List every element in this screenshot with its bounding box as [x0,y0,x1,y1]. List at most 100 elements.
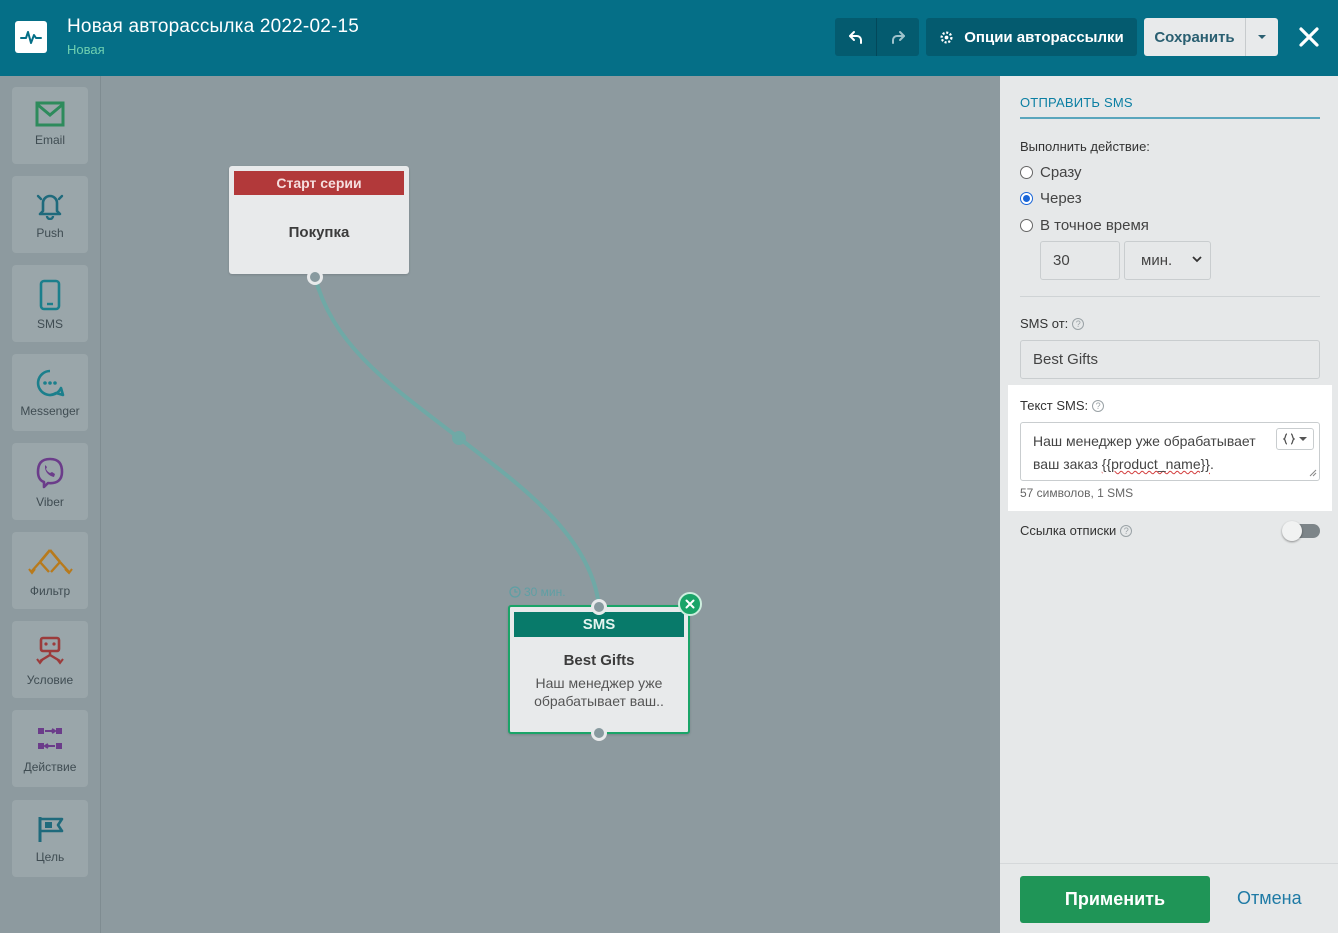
radio-immediately-label: Сразу [1040,164,1082,181]
help-icon[interactable]: ? [1072,318,1085,330]
tool-action[interactable]: Действие [12,710,88,787]
panel-footer: Применить Отмена [1000,863,1338,933]
radio-immediately-circle[interactable] [1020,166,1033,179]
pulse-logo-icon [15,21,47,53]
sms-char-counter: 57 символов, 1 SMS [1020,486,1134,500]
delay-unit-value: мин. [1141,252,1173,269]
tool-messenger[interactable]: Messenger [12,354,88,431]
sms-text-label: Текст SMS:? [1020,398,1105,413]
app-header: Новая авторассылка 2022-02-15 Новая Опци… [0,0,1338,76]
tool-email-label: Email [34,133,65,147]
sms-from-label-text: SMS от: [1020,316,1069,331]
sms-node-output-port[interactable] [591,725,607,741]
close-icon[interactable] [1296,24,1322,50]
radio-after-delay[interactable]: Через [1020,190,1082,207]
tool-goal[interactable]: Цель [12,800,88,877]
sms-node-input-port[interactable] [591,599,607,615]
sms-sender-input[interactable]: Best Gifts [1020,340,1320,379]
cancel-button[interactable]: Отмена [1237,888,1302,909]
radio-exact-time[interactable]: В точное время [1020,217,1149,234]
tool-action-label: Действие [23,760,77,774]
tool-filter[interactable]: Фильтр [12,532,88,609]
tool-viber-label: Viber [36,495,64,509]
sms-node-header: SMS [514,612,684,637]
save-button[interactable]: Сохранить [1144,18,1246,56]
sms-node-delay-text: 30 мин. [524,585,566,599]
panel-title-underline [1020,117,1320,119]
sms-node-delay: 30 мин. [509,585,566,599]
campaign-options-label: Опции авторассылки [964,28,1124,46]
sms-text-label-text: Текст SMS: [1020,398,1089,413]
envelope-icon [35,101,65,127]
tool-push-label: Push [36,226,64,240]
condition-icon [36,636,64,665]
clock-icon [509,586,521,598]
resize-grip-icon[interactable] [1309,469,1317,477]
radio-immediately[interactable]: Сразу [1020,164,1082,181]
sms-text-end: . [1209,456,1214,472]
radio-after-delay-label: Через [1040,190,1082,207]
filter-icon [28,549,73,575]
radio-after-delay-circle[interactable] [1020,192,1033,205]
apply-button[interactable]: Применить [1020,876,1210,923]
start-node-output-port[interactable] [307,269,323,285]
radio-exact-time-circle[interactable] [1020,219,1033,232]
start-node[interactable]: Старт серии Покупка [229,166,409,274]
tool-messenger-label: Messenger [20,404,80,418]
unsubscribe-link-toggle[interactable] [1282,521,1320,541]
viber-icon [36,457,64,489]
sms-text-textarea[interactable]: Наш менеджер уже обрабатывает ваш заказ … [1020,422,1320,481]
caret-down-icon [1258,35,1266,39]
braces-icon [1283,433,1295,445]
sms-node[interactable]: SMS Best Gifts Наш менеджер уже обрабаты… [508,605,690,734]
unsubscribe-link-text: Ссылка отписки [1020,523,1117,538]
elements-toolbar: Email Push SMS Messenger Viber Фильтр Ус… [0,76,101,933]
undo-button[interactable] [835,18,877,56]
chat-icon [36,369,65,397]
delay-value-input[interactable]: 30 [1040,241,1120,280]
sms-node-preview: Наш менеджер уже обрабатывает ваш.. [534,675,664,709]
sms-node-sender: Best Gifts [563,652,635,669]
action-icon [38,728,62,749]
tool-condition[interactable]: Условие [12,621,88,698]
help-icon[interactable]: ? [1092,400,1105,412]
history-buttons [835,18,919,56]
gear-icon [940,31,953,43]
connection-midpoint[interactable] [452,431,466,445]
tool-filter-label: Фильтр [29,584,71,598]
sms-from-label: SMS от:? [1020,316,1085,331]
delay-unit-select[interactable]: мин. [1124,241,1211,280]
campaign-options-button[interactable]: Опции авторассылки [926,18,1137,56]
workflow-canvas[interactable]: Старт серии Покупка 30 мин. SMS Best Gif… [101,76,1000,933]
tool-sms[interactable]: SMS [12,265,88,342]
radio-exact-time-label: В точное время [1040,217,1149,234]
unsubscribe-link-label: Ссылка отписки? [1020,523,1133,538]
tool-sms-label: SMS [36,317,63,331]
undo-icon [848,31,862,44]
tool-push[interactable]: Push [12,176,88,253]
save-dropdown-button[interactable] [1246,18,1278,56]
tool-condition-label: Условие [26,673,74,687]
start-node-trigger: Покупка [288,224,350,241]
sms-text-section: Текст SMS:? Наш менеджер уже обрабатывае… [1008,385,1332,511]
insert-variable-button[interactable] [1276,428,1314,450]
tool-goal-label: Цель [35,850,65,864]
tool-email[interactable]: Email [12,87,88,164]
help-icon[interactable]: ? [1120,525,1133,537]
panel-title: ОТПРАВИТЬ SMS [1020,95,1133,110]
close-icon [685,599,695,609]
start-node-header: Старт серии [234,171,404,195]
delete-node-button[interactable] [678,592,702,616]
bell-icon [36,194,64,220]
save-group: Сохранить [1144,18,1278,56]
section-divider [1020,296,1320,297]
tool-viber[interactable]: Viber [12,443,88,520]
options-group: Опции авторассылки [926,18,1137,56]
redo-button[interactable] [877,18,919,56]
phone-icon [39,279,61,311]
action-timing-label: Выполнить действие: [1020,139,1150,154]
campaign-title[interactable]: Новая авторассылка 2022-02-15 [67,16,359,38]
sms-text-variable: {{product_name}} [1101,456,1210,472]
campaign-status: Новая [67,42,105,57]
caret-down-icon [1299,436,1307,441]
